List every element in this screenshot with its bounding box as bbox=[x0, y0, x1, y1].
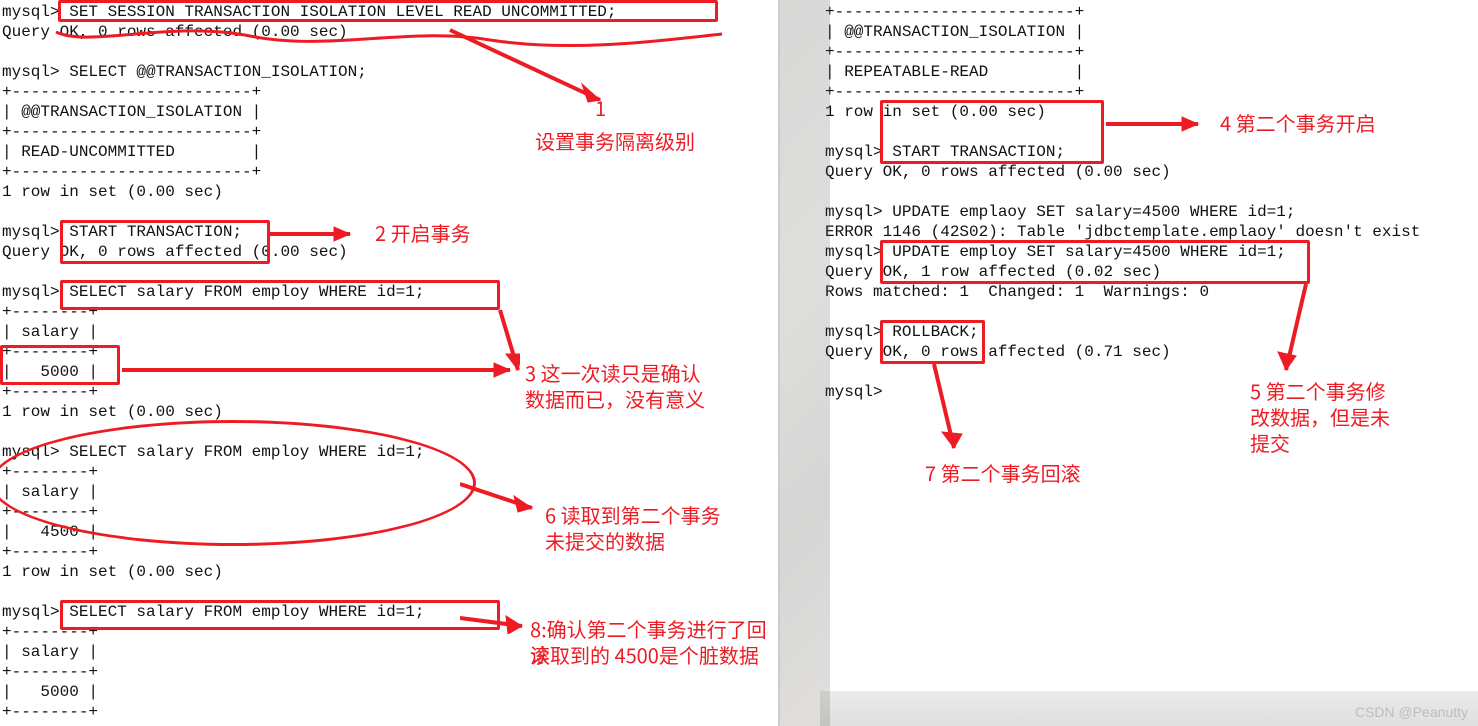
anno-7: 7 第二个事务回滚 bbox=[925, 460, 1081, 486]
left-terminal: mysql> SET SESSION TRANSACTION ISOLATION… bbox=[0, 2, 778, 722]
anno-5-l2: 改数据，但是未 bbox=[1250, 404, 1390, 430]
right-terminal: +-------------------------+ | @@TRANSACT… bbox=[780, 2, 1478, 402]
anno-5-l3: 提交 bbox=[1250, 430, 1290, 456]
